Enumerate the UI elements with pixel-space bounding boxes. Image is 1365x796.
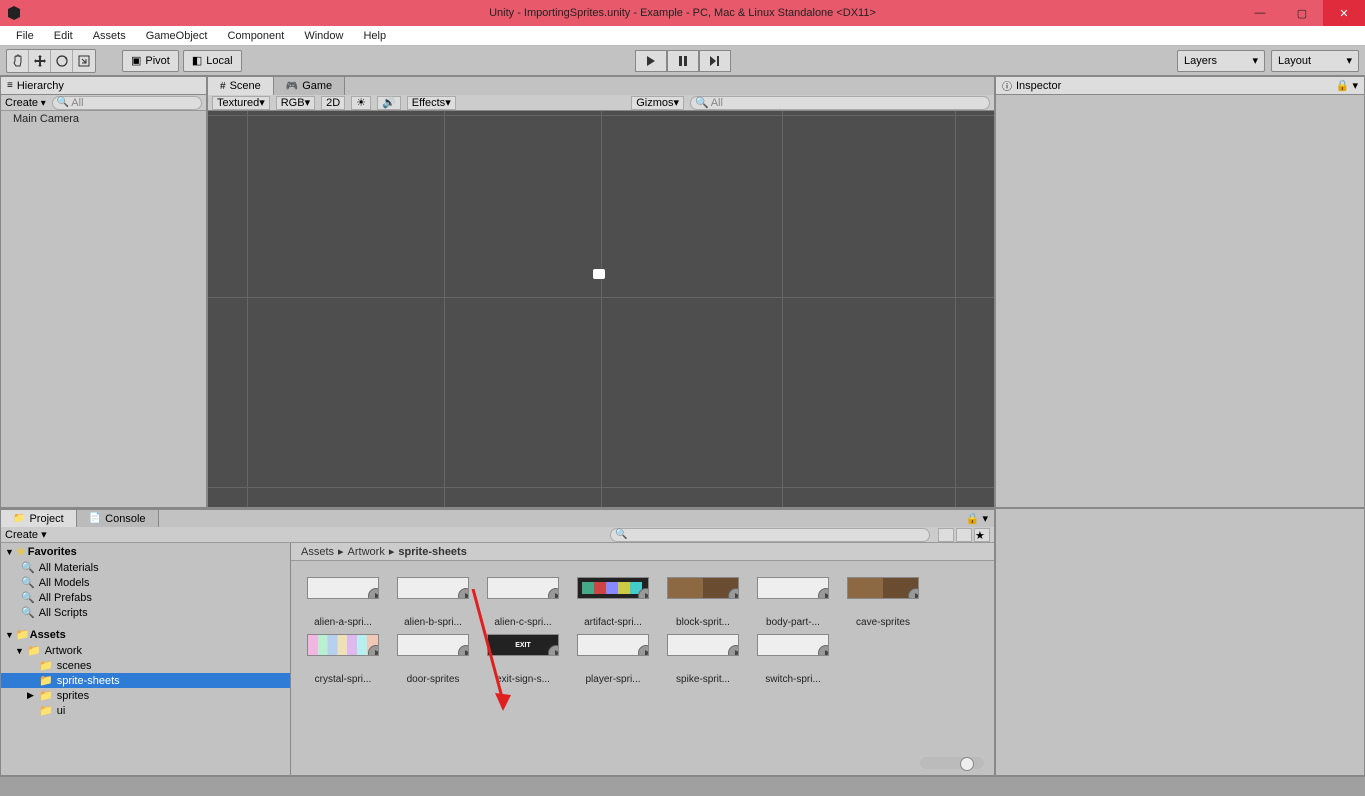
fav-models[interactable]: 🔍All Models xyxy=(1,575,290,590)
move-tool[interactable] xyxy=(29,50,51,72)
fav-scripts[interactable]: 🔍All Scripts xyxy=(1,605,290,620)
inspector-panel: ⓘ Inspector🔒 ▾ xyxy=(995,76,1365,508)
menu-edit[interactable]: Edit xyxy=(44,30,83,42)
asset-item[interactable]: EXITexit-sign-s... xyxy=(481,634,565,685)
scene-view[interactable] xyxy=(208,111,994,507)
project-content: Assets▸ Artwork▸ sprite-sheets alien-a-s… xyxy=(291,543,994,775)
project-create[interactable]: Create ▾ xyxy=(5,528,47,541)
hierarchy-tab[interactable]: ≡ Hierarchy xyxy=(1,77,206,95)
favorites-header[interactable]: ▼★Favorites xyxy=(1,543,290,560)
breadcrumb-current[interactable]: sprite-sheets xyxy=(398,546,466,558)
scene-shading[interactable]: Textured ▾ xyxy=(212,96,270,110)
hierarchy-create[interactable]: Create ▾ xyxy=(5,97,46,109)
scene-rgb[interactable]: RGB ▾ xyxy=(276,96,315,110)
save-search-icon[interactable]: ★ xyxy=(974,528,990,542)
fav-prefabs[interactable]: 🔍All Prefabs xyxy=(1,590,290,605)
scale-tool[interactable] xyxy=(73,50,95,72)
asset-item[interactable]: alien-c-spri... xyxy=(481,577,565,628)
bottom-right-panel xyxy=(995,508,1365,776)
assets-header[interactable]: ▼📁Assets xyxy=(1,626,290,643)
asset-item[interactable]: block-sprit... xyxy=(661,577,745,628)
hand-tool[interactable] xyxy=(7,50,29,72)
console-tab[interactable]: 📄 Console xyxy=(77,510,159,527)
play-button[interactable] xyxy=(635,50,667,72)
folder-scenes[interactable]: 📁scenes xyxy=(1,658,290,673)
step-button[interactable] xyxy=(699,50,731,72)
pause-button[interactable] xyxy=(667,50,699,72)
menubar: File Edit Assets GameObject Component Wi… xyxy=(0,26,1365,46)
titlebar: Unity - ImportingSprites.unity - Example… xyxy=(0,0,1365,26)
scene-panel: # Scene 🎮 Game Textured ▾ RGB ▾ 2D ☀ 🔊 E… xyxy=(207,76,995,508)
folder-sprites[interactable]: ▶📁sprites xyxy=(1,688,290,703)
project-search[interactable]: 🔍 xyxy=(610,528,930,542)
asset-item[interactable]: door-sprites xyxy=(391,634,475,685)
breadcrumb: Assets▸ Artwork▸ sprite-sheets xyxy=(291,543,994,561)
menu-window[interactable]: Window xyxy=(294,30,353,42)
menu-assets[interactable]: Assets xyxy=(83,30,136,42)
unity-logo xyxy=(6,5,22,21)
filter-label-icon[interactable] xyxy=(956,528,972,542)
layout-dropdown[interactable]: Layout▾ xyxy=(1271,50,1359,72)
hierarchy-item[interactable]: Main Camera xyxy=(1,111,206,127)
filter-type-icon[interactable] xyxy=(938,528,954,542)
project-tree: ▼★Favorites 🔍All Materials 🔍All Models 🔍… xyxy=(1,543,291,775)
project-tab[interactable]: 📁 Project xyxy=(1,510,77,527)
asset-item[interactable]: alien-b-spri... xyxy=(391,577,475,628)
project-panel: 📁 Project 📄 Console 🔒 ▾ Create ▾ 🔍 ★ ▼★F… xyxy=(0,508,995,776)
asset-grid: alien-a-spri... alien-b-spri... alien-c-… xyxy=(291,561,994,775)
fav-materials[interactable]: 🔍All Materials xyxy=(1,560,290,575)
close-button[interactable]: ✕ xyxy=(1323,0,1365,26)
scene-light-icon[interactable]: ☀ xyxy=(351,96,371,110)
asset-item[interactable]: alien-a-spri... xyxy=(301,577,385,628)
local-button[interactable]: ◧ Local xyxy=(183,50,242,72)
asset-item[interactable]: crystal-spri... xyxy=(301,634,385,685)
asset-item[interactable]: artifact-spri... xyxy=(571,577,655,628)
maximize-button[interactable]: ▢ xyxy=(1281,0,1323,26)
menu-help[interactable]: Help xyxy=(353,30,396,42)
asset-item[interactable]: switch-spri... xyxy=(751,634,835,685)
menu-component[interactable]: Component xyxy=(217,30,294,42)
camera-gizmo[interactable] xyxy=(593,269,605,279)
hierarchy-search[interactable]: 🔍All xyxy=(52,96,202,110)
folder-ui[interactable]: 📁ui xyxy=(1,703,290,718)
folder-sprite-sheets[interactable]: 📁sprite-sheets xyxy=(1,673,290,688)
scene-effects[interactable]: Effects ▾ xyxy=(407,96,456,110)
thumbnail-size-slider[interactable] xyxy=(920,757,984,769)
panel-lock-icon[interactable]: 🔒 ▾ xyxy=(960,510,994,527)
minimize-button[interactable]: — xyxy=(1239,0,1281,26)
menu-gameobject[interactable]: GameObject xyxy=(136,30,218,42)
scene-audio-icon[interactable]: 🔊 xyxy=(377,96,401,110)
asset-item[interactable]: spike-sprit... xyxy=(661,634,745,685)
scene-tab[interactable]: # Scene xyxy=(208,77,274,95)
folder-artwork[interactable]: ▼📁Artwork xyxy=(1,643,290,658)
menu-file[interactable]: File xyxy=(6,30,44,42)
inspector-tab[interactable]: ⓘ Inspector🔒 ▾ xyxy=(996,77,1364,95)
asset-item[interactable]: cave-sprites xyxy=(841,577,925,628)
scene-2d[interactable]: 2D xyxy=(321,96,345,110)
asset-item[interactable]: player-spri... xyxy=(571,634,655,685)
statusbar xyxy=(0,776,1365,796)
scene-gizmos[interactable]: Gizmos ▾ xyxy=(631,96,684,110)
hierarchy-panel: ≡ Hierarchy Create ▾ 🔍All Main Camera xyxy=(0,76,207,508)
asset-item[interactable]: body-part-... xyxy=(751,577,835,628)
breadcrumb-assets[interactable]: Assets xyxy=(301,546,334,558)
rotate-tool[interactable] xyxy=(51,50,73,72)
breadcrumb-artwork[interactable]: Artwork xyxy=(348,546,385,558)
scene-search[interactable]: 🔍All xyxy=(690,96,990,110)
game-tab[interactable]: 🎮 Game xyxy=(274,77,345,95)
window-title: Unity - ImportingSprites.unity - Example… xyxy=(489,7,876,19)
toolbar: ▣ Pivot ◧ Local Layers▾ Layout▾ xyxy=(0,46,1365,76)
layers-dropdown[interactable]: Layers▾ xyxy=(1177,50,1265,72)
pivot-button[interactable]: ▣ Pivot xyxy=(122,50,179,72)
